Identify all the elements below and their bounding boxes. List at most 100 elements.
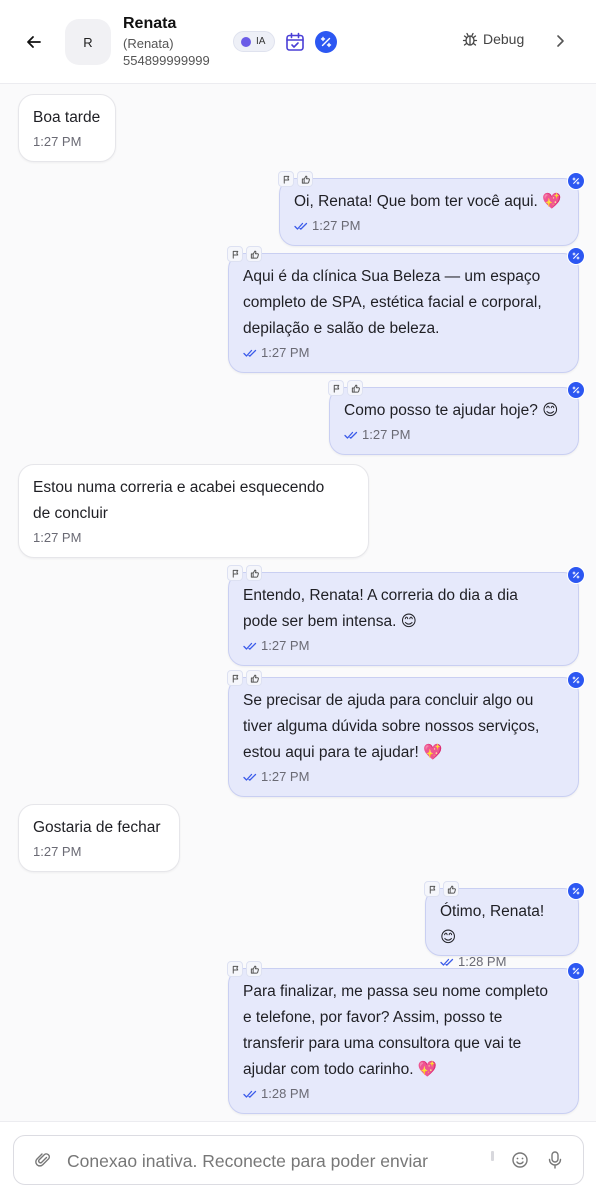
- outgoing-message[interactable]: Entendo, Renata! A correria do dia a dia…: [227, 565, 585, 666]
- ai-assistant-button[interactable]: [315, 31, 337, 53]
- arrow-left-icon: [27, 36, 41, 48]
- message-text-line: Gostaria de fechar: [33, 819, 161, 836]
- calendar-check-icon: [286, 32, 304, 51]
- message-input[interactable]: Conexao inativa. Reconecte para poder en…: [13, 1135, 584, 1185]
- avatar[interactable]: R: [65, 19, 111, 65]
- message-time: 1:27 PM: [362, 427, 411, 442]
- message-text-line: Se precisar de ajuda para concluir algo …: [243, 692, 534, 709]
- ia-toggle[interactable]: IA: [233, 31, 275, 52]
- message-text-line: transferir para uma consultora que vai t…: [243, 1035, 522, 1052]
- next-button[interactable]: [551, 32, 569, 50]
- flag-icon: [429, 885, 435, 894]
- thumbs-up-button[interactable]: [297, 171, 313, 187]
- outgoing-message[interactable]: Como posso te ajudar hoje? 😊 1:27 PM: [328, 380, 585, 455]
- message-actions: [227, 961, 262, 977]
- message-text-line: Aqui é da clínica Sua Beleza — um espaço: [243, 268, 541, 285]
- back-button[interactable]: [22, 30, 46, 54]
- thumbs-up-button[interactable]: [246, 565, 262, 581]
- message-time: 1:27 PM: [261, 638, 310, 653]
- contact-name: Renata: [123, 15, 177, 32]
- bug-icon: [462, 32, 478, 46]
- thumbs-up-button[interactable]: [347, 380, 363, 396]
- message-input-placeholder: Conexao inativa. Reconecte para poder en…: [67, 1151, 428, 1171]
- ai-generated-badge: [567, 172, 585, 190]
- debug-button[interactable]: Debug: [462, 31, 524, 47]
- message-meta: 1:27 PM: [33, 529, 354, 547]
- message-meta: 1:27 PM: [344, 426, 564, 444]
- message-text-line: depilação e salão de beleza.: [243, 320, 440, 337]
- flag-button[interactable]: [227, 246, 243, 262]
- message-actions: [278, 171, 313, 187]
- thumbs-up-button[interactable]: [246, 670, 262, 686]
- thumbs-up-icon: [301, 175, 310, 184]
- message-text-line: Boa tarde: [33, 109, 101, 126]
- ai-generated-badge: [567, 566, 585, 584]
- message-actions: [227, 565, 262, 581]
- flag-button[interactable]: [424, 881, 440, 897]
- message-time: 1:27 PM: [261, 769, 310, 784]
- avatar-letter: R: [83, 34, 93, 50]
- outgoing-message[interactable]: Se precisar de ajuda para concluir algo …: [227, 670, 585, 797]
- thumbs-up-icon: [351, 384, 360, 393]
- incoming-message[interactable]: Gostaria de fechar 1:27 PM: [18, 804, 180, 872]
- ai-generated-badge: [567, 962, 585, 980]
- flag-button[interactable]: [227, 961, 243, 977]
- double-check-icon: [243, 773, 257, 781]
- incoming-message[interactable]: Boa tarde 1:27 PM: [18, 94, 116, 162]
- message-list[interactable]: Boa tarde 1:27 PM Oi, Renata! Que bom ter …: [0, 85, 596, 1120]
- message-text-line: de concluir: [33, 505, 108, 522]
- outgoing-message[interactable]: Oi, Renata! Que bom ter você aqui. 💖 1:27…: [278, 171, 585, 246]
- paperclip-icon[interactable]: [34, 1151, 52, 1169]
- ai-sparkle-icon: [572, 676, 580, 684]
- message-actions: [227, 670, 262, 686]
- message-meta: 1:27 PM: [243, 344, 564, 362]
- message-text-line: Ótimo, Renata! 😊: [440, 903, 545, 946]
- ai-sparkle-icon: [572, 386, 580, 394]
- chevron-right-icon: [557, 35, 564, 47]
- message-time: 1:28 PM: [261, 1086, 310, 1101]
- chat-header: R Renata (Renata) 554899999999 IA Debug: [0, 0, 596, 84]
- message-text-line: e telefone, por favor? Assim, posso te: [243, 1009, 503, 1026]
- ia-status-dot: [241, 36, 251, 47]
- message-text-line: ajudar com todo carinho. 💖: [243, 1061, 438, 1078]
- outgoing-message[interactable]: Aqui é da clínica Sua Beleza — um espaço…: [227, 246, 585, 373]
- flag-icon: [232, 569, 238, 578]
- outgoing-message[interactable]: Para finalizar, me passa seu nome comple…: [227, 961, 585, 1114]
- message-actions: [424, 881, 459, 897]
- thumbs-up-icon: [250, 250, 259, 259]
- flag-button[interactable]: [328, 380, 344, 396]
- flag-button[interactable]: [227, 565, 243, 581]
- message-meta: 1:27 PM: [243, 637, 564, 655]
- microphone-icon[interactable]: [546, 1150, 564, 1170]
- ai-generated-badge: [567, 671, 585, 689]
- double-check-icon: [243, 642, 257, 650]
- composer: Conexao inativa. Reconecte para poder en…: [0, 1121, 596, 1196]
- incoming-message[interactable]: Estou numa correria e acabei esquecendo d…: [18, 464, 369, 558]
- message-time: 1:27 PM: [261, 345, 310, 360]
- outgoing-message[interactable]: Ótimo, Renata! 😊 1:28 PM: [424, 881, 585, 969]
- message-time: 1:27 PM: [312, 218, 361, 233]
- calendar-button[interactable]: [284, 31, 306, 53]
- thumbs-up-button[interactable]: [443, 881, 459, 897]
- flag-icon: [232, 250, 238, 259]
- message-meta: 1:27 PM: [33, 843, 165, 861]
- double-check-icon: [294, 222, 308, 230]
- ai-sparkle-icon: [572, 177, 580, 185]
- thumbs-up-button[interactable]: [246, 961, 262, 977]
- message-meta: 1:27 PM: [294, 217, 564, 235]
- thumbs-up-button[interactable]: [246, 246, 262, 262]
- flag-button[interactable]: [227, 670, 243, 686]
- thumbs-up-icon: [250, 569, 259, 578]
- message-text-line: Oi, Renata! Que bom ter você aqui. 💖: [294, 193, 562, 210]
- message-time: 1:27 PM: [33, 134, 82, 149]
- smile-icon[interactable]: [511, 1151, 529, 1169]
- thumbs-up-icon: [447, 885, 456, 894]
- message-text-line: pode ser bem intensa. 😊: [243, 613, 417, 630]
- ai-generated-badge: [567, 381, 585, 399]
- ai-generated-badge: [567, 882, 585, 900]
- thumbs-up-icon: [250, 674, 259, 683]
- message-text-line: Para finalizar, me passa seu nome comple…: [243, 983, 548, 1000]
- message-time: 1:27 PM: [33, 530, 82, 545]
- message-actions: [227, 246, 262, 262]
- flag-button[interactable]: [278, 171, 294, 187]
